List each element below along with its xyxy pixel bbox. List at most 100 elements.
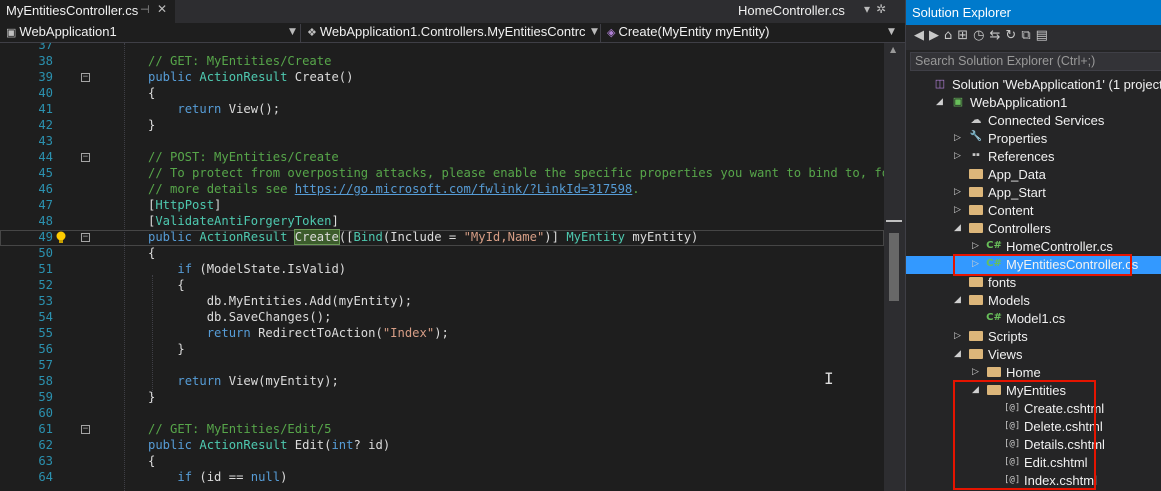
collapsed-arrow-icon[interactable]: ▷ <box>954 150 964 161</box>
solution-search-input[interactable]: Search Solution Explorer (Ctrl+;) <box>910 52 1161 71</box>
document-tab-strip: MyEntitiesController.cs ⊣ ✕ HomeControll… <box>0 0 905 23</box>
code-line[interactable]: 52 { <box>0 278 884 294</box>
panel-title: Solution Explorer <box>906 0 1161 25</box>
expanded-arrow-icon[interactable]: ◢ <box>936 96 946 107</box>
collapse-toggle-icon[interactable]: − <box>81 73 90 82</box>
tree-item[interactable]: ▷ App_Start <box>906 184 1161 202</box>
member-dropdown[interactable]: ◈ Create(MyEntity myEntity) <box>603 24 873 42</box>
code-line[interactable]: 53 db.MyEntities.Add(myEntity); <box>0 294 884 310</box>
code-text: public ActionResult Create([Bind(Include… <box>148 229 699 245</box>
code-line[interactable]: 48 [ValidateAntiForgeryToken] <box>0 214 884 230</box>
code-line[interactable]: 39 − public ActionResult Create() <box>0 70 884 86</box>
code-line[interactable]: 60 <box>0 406 884 422</box>
code-line[interactable]: 51 if (ModelState.IsValid) <box>0 262 884 278</box>
pin-icon[interactable]: ⊣ <box>140 3 150 16</box>
line-number: 42 <box>38 118 53 132</box>
collapsed-arrow-icon[interactable]: ▷ <box>954 132 964 143</box>
code-line[interactable]: 46 // more details see https://go.microso… <box>0 182 884 198</box>
code-line[interactable]: 58 return View(myEntity); <box>0 374 884 390</box>
collapse-toggle-icon[interactable]: − <box>81 233 90 242</box>
gear-icon[interactable]: ✲ <box>876 2 892 16</box>
show-all-icon[interactable]: ▤ <box>1036 28 1053 43</box>
code-line[interactable]: 49 − public ActionResult Create([Bind(Incl… <box>0 229 884 246</box>
collapse-all-icon[interactable]: ⧉ <box>1021 28 1035 43</box>
tree-item[interactable]: ▷ 🔧 Properties <box>906 130 1161 148</box>
tree-item[interactable]: ▷ Scripts <box>906 328 1161 346</box>
forward-icon[interactable]: ▶ <box>929 28 944 43</box>
tree-item[interactable]: ▷ ▪▪ References <box>906 148 1161 166</box>
project-dropdown[interactable]: ▣ WebApplication1 <box>2 24 288 42</box>
class-dropdown[interactable]: ❖ WebApplication1.Controllers.MyEntitiesC… <box>303 24 585 42</box>
tab-myentitiescontroller[interactable]: MyEntitiesController.cs ⊣ ✕ <box>0 0 175 23</box>
sync-icon[interactable]: ⇆ <box>990 28 1006 43</box>
code-text: { <box>148 246 156 260</box>
collapse-toggle-icon[interactable]: − <box>81 425 90 434</box>
expanded-arrow-icon[interactable]: ◢ <box>954 348 964 359</box>
code-line[interactable]: 42} <box>0 118 884 134</box>
refresh-icon[interactable]: ↻ <box>1005 28 1021 43</box>
code-line[interactable]: 38 // GET: MyEntities/Create <box>0 54 884 70</box>
scroll-up-icon[interactable]: ▲ <box>890 45 896 54</box>
collapsed-arrow-icon[interactable]: ▷ <box>972 366 982 377</box>
code-line[interactable]: 45 // To protect from overposting attacks… <box>0 166 884 182</box>
tree-item[interactable]: ◢ Controllers <box>906 220 1161 238</box>
code-line[interactable]: 50 { <box>0 246 884 262</box>
line-number: 58 <box>38 374 53 388</box>
tree-item[interactable]: ◢ Models <box>906 292 1161 310</box>
back-icon[interactable]: ◀ <box>914 28 929 43</box>
collapse-toggle-icon[interactable]: − <box>81 153 90 162</box>
collapsed-arrow-icon[interactable]: ▷ <box>954 204 964 215</box>
code-line[interactable]: 63 { <box>0 454 884 470</box>
code-line[interactable]: 44 − // POST: MyEntities/Create <box>0 150 884 166</box>
code-editor[interactable]: MyEntitiesController.cs ⊣ ✕ HomeControll… <box>0 0 905 491</box>
switch-views-icon[interactable]: ⊞ <box>957 28 973 43</box>
code-text: { <box>148 86 156 100</box>
code-line[interactable]: 41 return View(); <box>0 102 884 118</box>
method-icon: ◈ <box>607 27 616 39</box>
vertical-scrollbar[interactable]: ▲ <box>884 43 905 491</box>
code-line[interactable]: 54 db.SaveChanges(); <box>0 310 884 326</box>
code-line[interactable]: 43 <box>0 134 884 150</box>
expanded-arrow-icon[interactable]: ◢ <box>954 294 964 305</box>
code-line[interactable]: 59} <box>0 390 884 406</box>
tree-item[interactable]: ☁ Connected Services <box>906 112 1161 130</box>
scroll-thumb[interactable] <box>889 233 899 301</box>
code-text: // more details see https://go.microsoft… <box>148 182 640 196</box>
code-line[interactable]: 57 <box>0 358 884 374</box>
home-icon[interactable]: ⌂ <box>944 28 957 43</box>
collapsed-arrow-icon[interactable]: ▷ <box>972 240 982 251</box>
chevron-down-icon[interactable]: ▼ <box>289 27 296 37</box>
tree-item[interactable]: fonts <box>906 274 1161 292</box>
close-icon[interactable]: ✕ <box>157 2 167 16</box>
solution-icon: ◫ <box>934 78 946 90</box>
collapsed-arrow-icon[interactable]: ▷ <box>954 330 964 341</box>
code-line[interactable]: 47 [HttpPost] <box>0 198 884 214</box>
line-number: 53 <box>38 294 53 308</box>
lightbulb-icon[interactable] <box>55 231 67 245</box>
line-number: 41 <box>38 102 53 116</box>
tree-item[interactable]: ◢ ▣ WebApplication1 <box>906 94 1161 112</box>
line-number: 56 <box>38 342 53 356</box>
chevron-down-icon[interactable]: ▼ <box>888 27 895 37</box>
chevron-down-icon[interactable]: ▾ <box>864 2 876 16</box>
tree-item[interactable]: App_Data <box>906 166 1161 184</box>
code-line[interactable]: 37 <box>0 43 884 54</box>
code-view[interactable]: 37 38 // GET: MyEntities/Create 39 − public A… <box>0 43 884 491</box>
expanded-arrow-icon[interactable]: ◢ <box>954 222 964 233</box>
line-number: 49 <box>38 230 53 244</box>
tree-item[interactable]: ◫ Solution 'WebApplication1' (1 project) <box>906 76 1161 94</box>
collapsed-arrow-icon[interactable]: ▷ <box>954 186 964 197</box>
code-line[interactable]: 61 − // GET: MyEntities/Edit/5 <box>0 422 884 438</box>
history-icon[interactable]: ◷ <box>973 28 989 43</box>
tree-item[interactable]: ◢ Views <box>906 346 1161 364</box>
code-text: // GET: MyEntities/Create <box>148 54 332 68</box>
tree-item[interactable]: C# Model1.cs <box>906 310 1161 328</box>
tree-item[interactable]: ▷ Content <box>906 202 1161 220</box>
code-line[interactable]: 40 { <box>0 86 884 102</box>
code-line[interactable]: 56 } <box>0 342 884 358</box>
tab-homecontroller[interactable]: HomeController.cs <box>738 3 845 18</box>
code-line[interactable]: 64 if (id == null) <box>0 470 884 486</box>
code-line[interactable]: 62 public ActionResult Edit(int? id) <box>0 438 884 454</box>
code-line[interactable]: 55 return RedirectToAction("Index"); <box>0 326 884 342</box>
chevron-down-icon[interactable]: ▼ <box>591 27 598 37</box>
